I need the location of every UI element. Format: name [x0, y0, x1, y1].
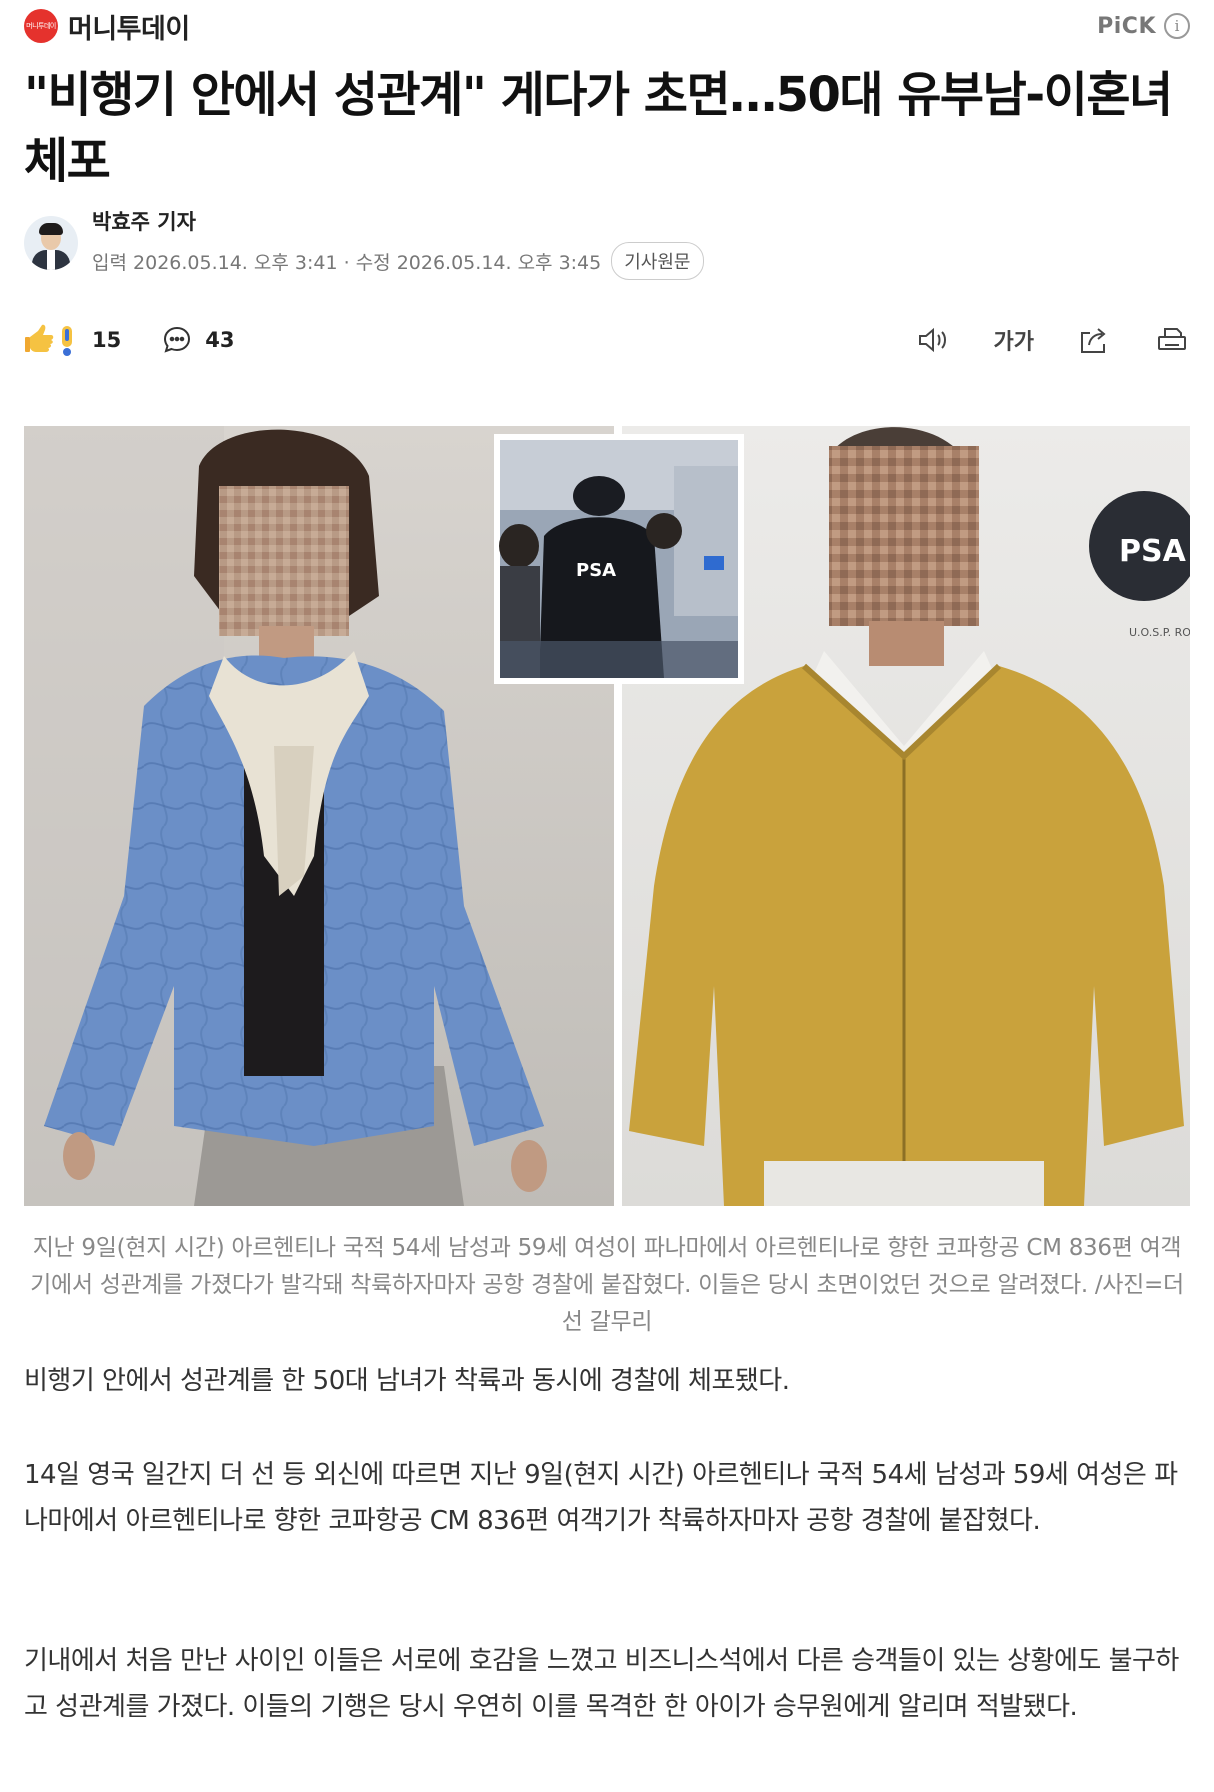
- article-title: "비행기 안에서 성관계" 게다가 초면…50대 유부남-이혼녀 체포: [24, 67, 1173, 189]
- inset-jacket-text: PSA: [576, 560, 616, 581]
- share-icon[interactable]: [1076, 322, 1112, 358]
- print-icon[interactable]: [1154, 322, 1190, 358]
- body-paragraph-2: 14일 영국 일간지 더 선 등 외신에 따르면 지난 9일(현지 시간) 아르…: [24, 1460, 1178, 1536]
- photo-caption: 지난 9일(현지 시간) 아르헨티나 국적 54세 남성과 59세 여성이 파나…: [30, 1235, 1184, 1335]
- reaction-icon[interactable]: [24, 323, 82, 357]
- reporter-name[interactable]: 박효주 기자: [92, 206, 704, 236]
- audio-icon[interactable]: [916, 322, 952, 358]
- press-link[interactable]: 머니투데이 머니투데이: [24, 7, 190, 46]
- article-dates: 입력 2026.05.14. 오후 3:41 · 수정 2026.05.14. …: [92, 242, 704, 280]
- pick-label: PiCK: [1097, 13, 1156, 39]
- published-label: 입력: [92, 251, 127, 274]
- pick-badge[interactable]: PiCK i: [1097, 13, 1190, 39]
- font-size-icon[interactable]: 가가: [994, 324, 1034, 356]
- photo-inset: PSA: [494, 434, 744, 684]
- comment-icon[interactable]: [159, 322, 195, 358]
- wall-text: U.O.S.P. RO: [1129, 626, 1190, 639]
- psa-badge-text: PSA: [1119, 534, 1187, 569]
- origin-article-button[interactable]: 기사원문: [611, 242, 704, 280]
- reporter-avatar[interactable]: [24, 216, 78, 270]
- body-paragraph-1: 비행기 안에서 성관계를 한 50대 남녀가 착륙과 동시에 경찰에 체포됐다.: [24, 1366, 790, 1396]
- comment-count[interactable]: 43: [205, 328, 234, 352]
- byline: 박효주 기자 입력 2026.05.14. 오후 3:41 · 수정 2026.…: [24, 206, 704, 280]
- top-bar: 머니투데이 머니투데이 PiCK i: [24, 6, 1190, 46]
- published-date: 2026.05.14. 오후 3:41: [133, 251, 338, 274]
- body-paragraph-3: 기내에서 처음 만난 사이인 이들은 서로에 호감을 느꼈고 비즈니스석에서 다…: [24, 1646, 1179, 1722]
- modified-date: 2026.05.14. 오후 3:45: [396, 251, 602, 274]
- modified-label: · 수정: [343, 251, 391, 274]
- article-photo[interactable]: PSA U.O.S.P. RO PSA: [24, 426, 1190, 1206]
- info-icon[interactable]: i: [1164, 13, 1190, 39]
- press-logo-text: 머니투데이: [26, 22, 56, 30]
- press-name[interactable]: 머니투데이: [68, 7, 190, 46]
- font-size-label: 가가: [993, 330, 1034, 355]
- press-logo: 머니투데이: [24, 9, 58, 43]
- reaction-count: 15: [92, 328, 122, 352]
- action-bar: 15 43 가가: [24, 318, 1190, 362]
